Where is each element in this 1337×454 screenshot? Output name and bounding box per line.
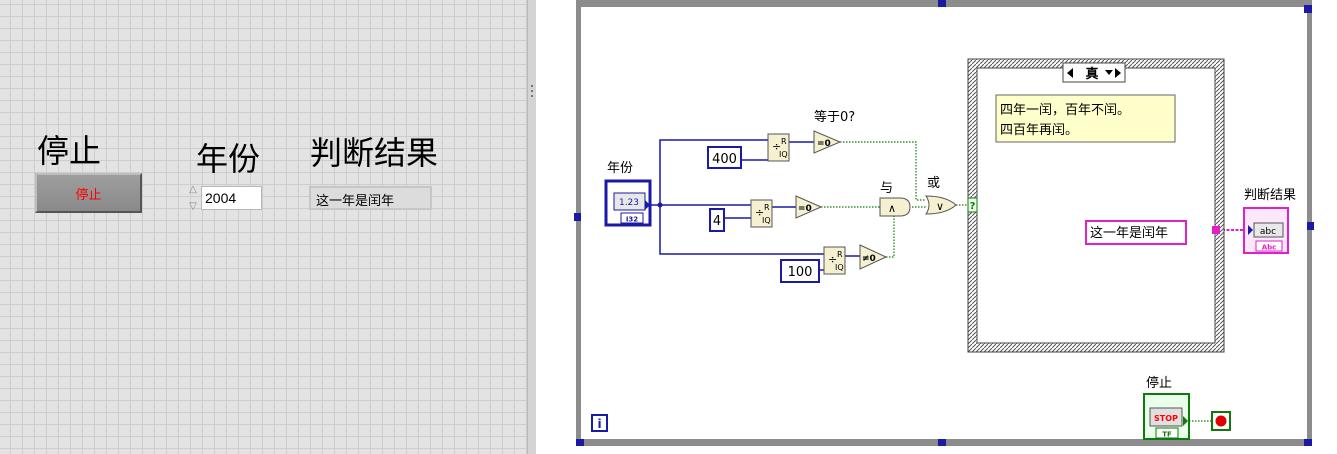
not-equal-zero-node[interactable]: ≠0	[859, 244, 888, 270]
comment-line-2: 四百年再闰。	[1000, 123, 1078, 138]
selector-glyph: ?	[970, 201, 976, 212]
stop-terminal-label: 停止	[1146, 375, 1172, 391]
year-terminal-type: 1.23	[619, 198, 639, 208]
qr-sub-2: IQ	[762, 216, 771, 225]
stop-button-label: 停止	[75, 187, 102, 203]
qr-glyph-2: R	[764, 203, 770, 212]
year-terminal[interactable]: 年份 1.23 I32	[604, 161, 652, 227]
or-gate[interactable]: ∨	[925, 195, 957, 215]
equal-zero-node-1[interactable]: =0	[813, 130, 842, 154]
constant-100[interactable]: 100	[780, 259, 820, 283]
result-label: 判断结果	[310, 134, 439, 172]
and-label: 与	[880, 181, 893, 196]
stop-terminal-repr: TF	[1162, 431, 1172, 439]
result-terminal-type: abc	[1260, 227, 1276, 237]
increment-arrow-icon[interactable]: △	[186, 182, 200, 197]
string-constant-value: 这一年是闰年	[1090, 225, 1168, 241]
iteration-terminal[interactable]: i	[591, 414, 608, 432]
qr-glyph-1: R	[781, 137, 787, 146]
result-terminal-repr: Abc	[1262, 244, 1277, 252]
stop-if-true-icon	[1215, 415, 1227, 427]
case-selector-value: 真	[1085, 66, 1098, 82]
equal-zero-node-2[interactable]: =0	[795, 195, 823, 219]
result-display: 这一年是闰年	[309, 186, 432, 210]
pane-splitter[interactable]	[527, 0, 536, 454]
stop-label: 停止	[37, 132, 102, 170]
constant-400-value: 400	[712, 152, 737, 167]
case-selector-terminal[interactable]: ?	[967, 197, 978, 213]
constant-400[interactable]: 400	[707, 146, 742, 169]
year-spinner[interactable]: △ ▽	[186, 182, 200, 214]
comment-box: 四年一闰，百年不闰。 四百年再闰。	[995, 94, 1176, 143]
or-glyph: ∨	[936, 200, 944, 213]
decrement-arrow-icon[interactable]: ▽	[186, 199, 200, 214]
year-terminal-label: 年份	[607, 161, 633, 176]
year-label: 年份	[196, 140, 261, 178]
qr-glyph-3: R	[837, 250, 843, 259]
stop-button[interactable]: 停止	[35, 173, 142, 213]
equal-zero-glyph-2: =0	[798, 204, 812, 214]
constant-4-value: 4	[713, 214, 721, 229]
stop-terminal-text: STOP	[1154, 414, 1178, 423]
block-diagram: i 年份 1.23 I32 400 4 100 ÷ R IQ ÷ R IQ ÷ …	[536, 0, 1337, 454]
comment-line-1: 四年一闰，百年不闰。	[1000, 103, 1130, 118]
or-label: 或	[927, 176, 940, 191]
constant-100-value: 100	[788, 265, 813, 280]
front-panel: 停止 停止 年份 △ ▽ 2004 判断结果 这一年是闰年	[0, 0, 527, 454]
and-glyph: ∧	[888, 202, 896, 215]
result-terminal-label: 判断结果	[1244, 188, 1296, 203]
equal-zero-glyph-1: =0	[817, 139, 831, 149]
year-terminal-repr: I32	[626, 216, 638, 224]
tunnel	[1212, 226, 1220, 234]
constant-4[interactable]: 4	[709, 208, 725, 232]
qr-sub-1: IQ	[779, 150, 788, 159]
equal-zero-label: 等于0?	[814, 109, 855, 125]
not-equal-zero-glyph: ≠0	[862, 254, 876, 264]
and-gate[interactable]: ∧	[879, 197, 911, 217]
year-input[interactable]: 2004	[201, 186, 262, 210]
quotient-remainder-node-1[interactable]: ÷ R IQ	[767, 133, 790, 162]
quotient-remainder-node-2[interactable]: ÷ R IQ	[750, 199, 773, 228]
case-selector[interactable]: 真	[1062, 62, 1126, 83]
quotient-remainder-node-3[interactable]: ÷ R IQ	[823, 246, 846, 275]
loop-condition-terminal[interactable]	[1211, 411, 1231, 431]
result-terminal[interactable]: abc Abc	[1243, 207, 1289, 254]
string-constant[interactable]: 这一年是闰年	[1085, 220, 1187, 245]
iteration-label: i	[597, 417, 601, 431]
qr-sub-3: IQ	[835, 263, 844, 272]
stop-terminal[interactable]: STOP TF	[1143, 393, 1190, 440]
